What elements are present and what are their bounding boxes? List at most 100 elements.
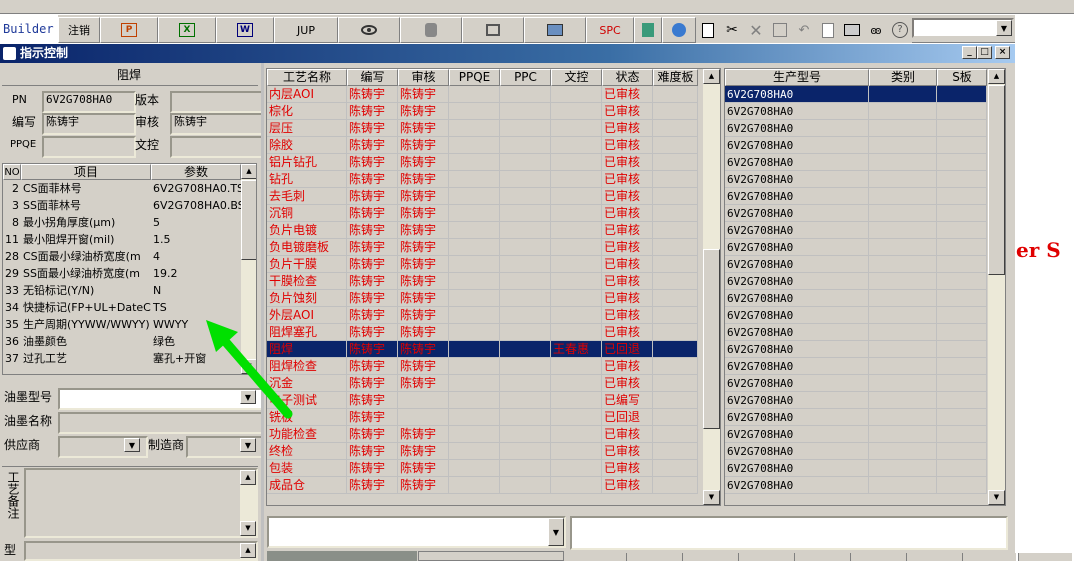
process-row[interactable]: 阻焊检查 陈铸宇 陈铸宇 已审核 bbox=[267, 358, 698, 375]
pn-field[interactable]: 6V2G708HA0 bbox=[42, 91, 136, 113]
find-button[interactable]: ꙭ bbox=[864, 17, 888, 43]
scroll-thumb[interactable] bbox=[241, 180, 256, 260]
review-field[interactable]: 陈铸宇 bbox=[170, 113, 263, 135]
model-row-selected[interactable]: 6V2G708HA0 bbox=[725, 86, 987, 103]
model-row[interactable]: 6V2G708HA0 bbox=[725, 392, 987, 409]
param-row[interactable]: 8 最小拐角厚度(μm) 5 bbox=[3, 214, 241, 231]
maximize-button[interactable]: □ bbox=[977, 46, 992, 59]
process-col-doc[interactable]: 文控 bbox=[551, 69, 602, 86]
process-col-status[interactable]: 状态 bbox=[602, 69, 653, 86]
process-note-field[interactable]: ▲ ▼ bbox=[24, 468, 258, 538]
model-row[interactable]: 6V2G708HA0 bbox=[725, 290, 987, 307]
process-row[interactable]: 内层AOI 陈铸宇 陈铸宇 已审核 bbox=[267, 86, 698, 103]
model-row[interactable]: 6V2G708HA0 bbox=[725, 239, 987, 256]
model-col-sboard[interactable]: S板 bbox=[937, 69, 987, 86]
scroll-up-icon[interactable]: ▲ bbox=[703, 69, 720, 84]
process-row[interactable]: 阻焊塞孔 陈铸宇 陈铸宇 已审核 bbox=[267, 324, 698, 341]
jup-button[interactable]: JUP bbox=[274, 17, 338, 43]
model-row[interactable]: 6V2G708HA0 bbox=[725, 324, 987, 341]
close-button[interactable]: × bbox=[995, 46, 1010, 59]
excel-button[interactable]: X bbox=[158, 17, 216, 43]
process-row[interactable]: 铣板 陈铸宇 已回退 bbox=[267, 409, 698, 426]
process-scrollbar[interactable]: ▲ ▼ bbox=[703, 69, 720, 505]
model-col-type[interactable]: 类别 bbox=[869, 69, 937, 86]
note-scrollbar[interactable]: ▲ ▼ bbox=[240, 470, 256, 536]
process-row[interactable]: 终检 陈铸宇 陈铸宇 已审核 bbox=[267, 443, 698, 460]
param-row[interactable]: 28 CS面最小绿油桥宽度(m 4 bbox=[3, 248, 241, 265]
scroll-down-icon[interactable]: ▼ bbox=[240, 521, 256, 536]
model-row[interactable]: 6V2G708HA0 bbox=[725, 256, 987, 273]
model-row[interactable]: 6V2G708HA0 bbox=[725, 222, 987, 239]
spc-button[interactable]: SPC bbox=[586, 17, 634, 43]
process-row[interactable]: 去毛刺 陈铸宇 陈铸宇 已审核 bbox=[267, 188, 698, 205]
version-field[interactable] bbox=[170, 91, 263, 113]
toolbar-dropdown[interactable]: ▼ bbox=[912, 18, 1014, 38]
model-row[interactable]: 6V2G708HA0 bbox=[725, 443, 987, 460]
preview-button[interactable] bbox=[816, 17, 840, 43]
process-row-selected[interactable]: 阻焊 陈铸宇 陈铸宇 王春惠 已回退 bbox=[267, 341, 698, 358]
model-row[interactable]: 6V2G708HA0 bbox=[725, 120, 987, 137]
model-row[interactable]: 6V2G708HA0 bbox=[725, 358, 987, 375]
scroll-up-icon[interactable]: ▲ bbox=[988, 69, 1005, 84]
model-row[interactable]: 6V2G708HA0 bbox=[725, 409, 987, 426]
bottom-tab[interactable] bbox=[850, 553, 904, 561]
model-row[interactable]: 6V2G708HA0 bbox=[725, 137, 987, 154]
print-button[interactable] bbox=[840, 17, 864, 43]
model-row[interactable]: 6V2G708HA0 bbox=[725, 426, 987, 443]
param-row[interactable]: 2 CS面菲林号 6V2G708HA0.TS bbox=[3, 180, 241, 197]
model-scrollbar[interactable]: ▲ ▼ bbox=[988, 69, 1005, 505]
model-row[interactable]: 6V2G708HA0 bbox=[725, 460, 987, 477]
process-col-review[interactable]: 审核 bbox=[398, 69, 449, 86]
process-row[interactable]: 外层AOI 陈铸宇 陈铸宇 已审核 bbox=[267, 307, 698, 324]
bottom-field[interactable]: ▲ bbox=[24, 541, 258, 561]
save-button[interactable] bbox=[768, 17, 792, 43]
model-row[interactable]: 6V2G708HA0 bbox=[725, 273, 987, 290]
process-row[interactable]: 功能检查 陈铸宇 陈铸宇 已审核 bbox=[267, 426, 698, 443]
model-row[interactable]: 6V2G708HA0 bbox=[725, 188, 987, 205]
author-field[interactable]: 陈铸宇 bbox=[42, 113, 136, 135]
scroll-down-icon[interactable]: ▼ bbox=[988, 490, 1005, 505]
ppqe-field[interactable] bbox=[42, 136, 136, 158]
model-row[interactable]: 6V2G708HA0 bbox=[725, 205, 987, 222]
model-row[interactable]: 6V2G708HA0 bbox=[725, 307, 987, 324]
bottom-tab[interactable] bbox=[682, 553, 736, 561]
scroll-up-icon[interactable]: ▲ bbox=[241, 164, 256, 179]
minimize-button[interactable]: _ bbox=[962, 46, 977, 59]
bottom-scrollbar[interactable]: ▲ bbox=[240, 543, 256, 559]
process-col-author[interactable]: 编写 bbox=[347, 69, 398, 86]
process-row[interactable]: 负片电镀 陈铸宇 陈铸宇 已审核 bbox=[267, 222, 698, 239]
scroll-thumb[interactable] bbox=[703, 249, 720, 429]
process-row[interactable]: 成品仓 陈铸宇 陈铸宇 已审核 bbox=[267, 477, 698, 494]
param-row[interactable]: 29 SS面最小绿油桥宽度(m 19.2 bbox=[3, 265, 241, 282]
process-row[interactable]: 沉金 陈铸宇 陈铸宇 已审核 bbox=[267, 375, 698, 392]
undo-button[interactable]: ↶ bbox=[792, 17, 816, 43]
scroll-down-icon[interactable]: ▼ bbox=[703, 490, 720, 505]
bottom-tab[interactable] bbox=[626, 553, 680, 561]
model-row[interactable]: 6V2G708HA0 bbox=[725, 171, 987, 188]
bottom-dropdown[interactable]: ▼ bbox=[267, 516, 566, 548]
model-row[interactable]: 6V2G708HA0 bbox=[725, 341, 987, 358]
bottom-tab[interactable] bbox=[962, 553, 1016, 561]
process-row[interactable]: 除胶 陈铸宇 陈铸宇 已审核 bbox=[267, 137, 698, 154]
bottom-text-field[interactable] bbox=[570, 516, 1008, 550]
bottom-tab[interactable] bbox=[906, 553, 960, 561]
bottom-tab[interactable] bbox=[794, 553, 848, 561]
scroll-up-icon[interactable]: ▲ bbox=[240, 543, 256, 558]
process-col-difficult[interactable]: 难度板 bbox=[653, 69, 698, 86]
process-row[interactable]: 负片干膜 陈铸宇 陈铸宇 已审核 bbox=[267, 256, 698, 273]
process-row[interactable]: 干膜检查 陈铸宇 陈铸宇 已审核 bbox=[267, 273, 698, 290]
process-col-name[interactable]: 工艺名称 bbox=[267, 69, 347, 86]
cut-button[interactable]: ✂ bbox=[720, 17, 744, 43]
param-row[interactable]: 3 SS面菲林号 6V2G708HA0.BS bbox=[3, 197, 241, 214]
model-row[interactable]: 6V2G708HA0 bbox=[725, 103, 987, 120]
process-row[interactable]: 铝片钻孔 陈铸宇 陈铸宇 已审核 bbox=[267, 154, 698, 171]
view-button[interactable] bbox=[338, 17, 400, 43]
computer-button[interactable] bbox=[524, 17, 586, 43]
report-button[interactable]: P bbox=[100, 17, 158, 43]
help-button[interactable]: ? bbox=[888, 17, 912, 43]
bottom-tab[interactable] bbox=[1018, 553, 1072, 561]
process-row[interactable]: 负片蚀刻 陈铸宇 陈铸宇 已审核 bbox=[267, 290, 698, 307]
bottom-tab[interactable] bbox=[738, 553, 792, 561]
ie-button[interactable] bbox=[662, 17, 696, 43]
new-file-button[interactable] bbox=[696, 17, 720, 43]
